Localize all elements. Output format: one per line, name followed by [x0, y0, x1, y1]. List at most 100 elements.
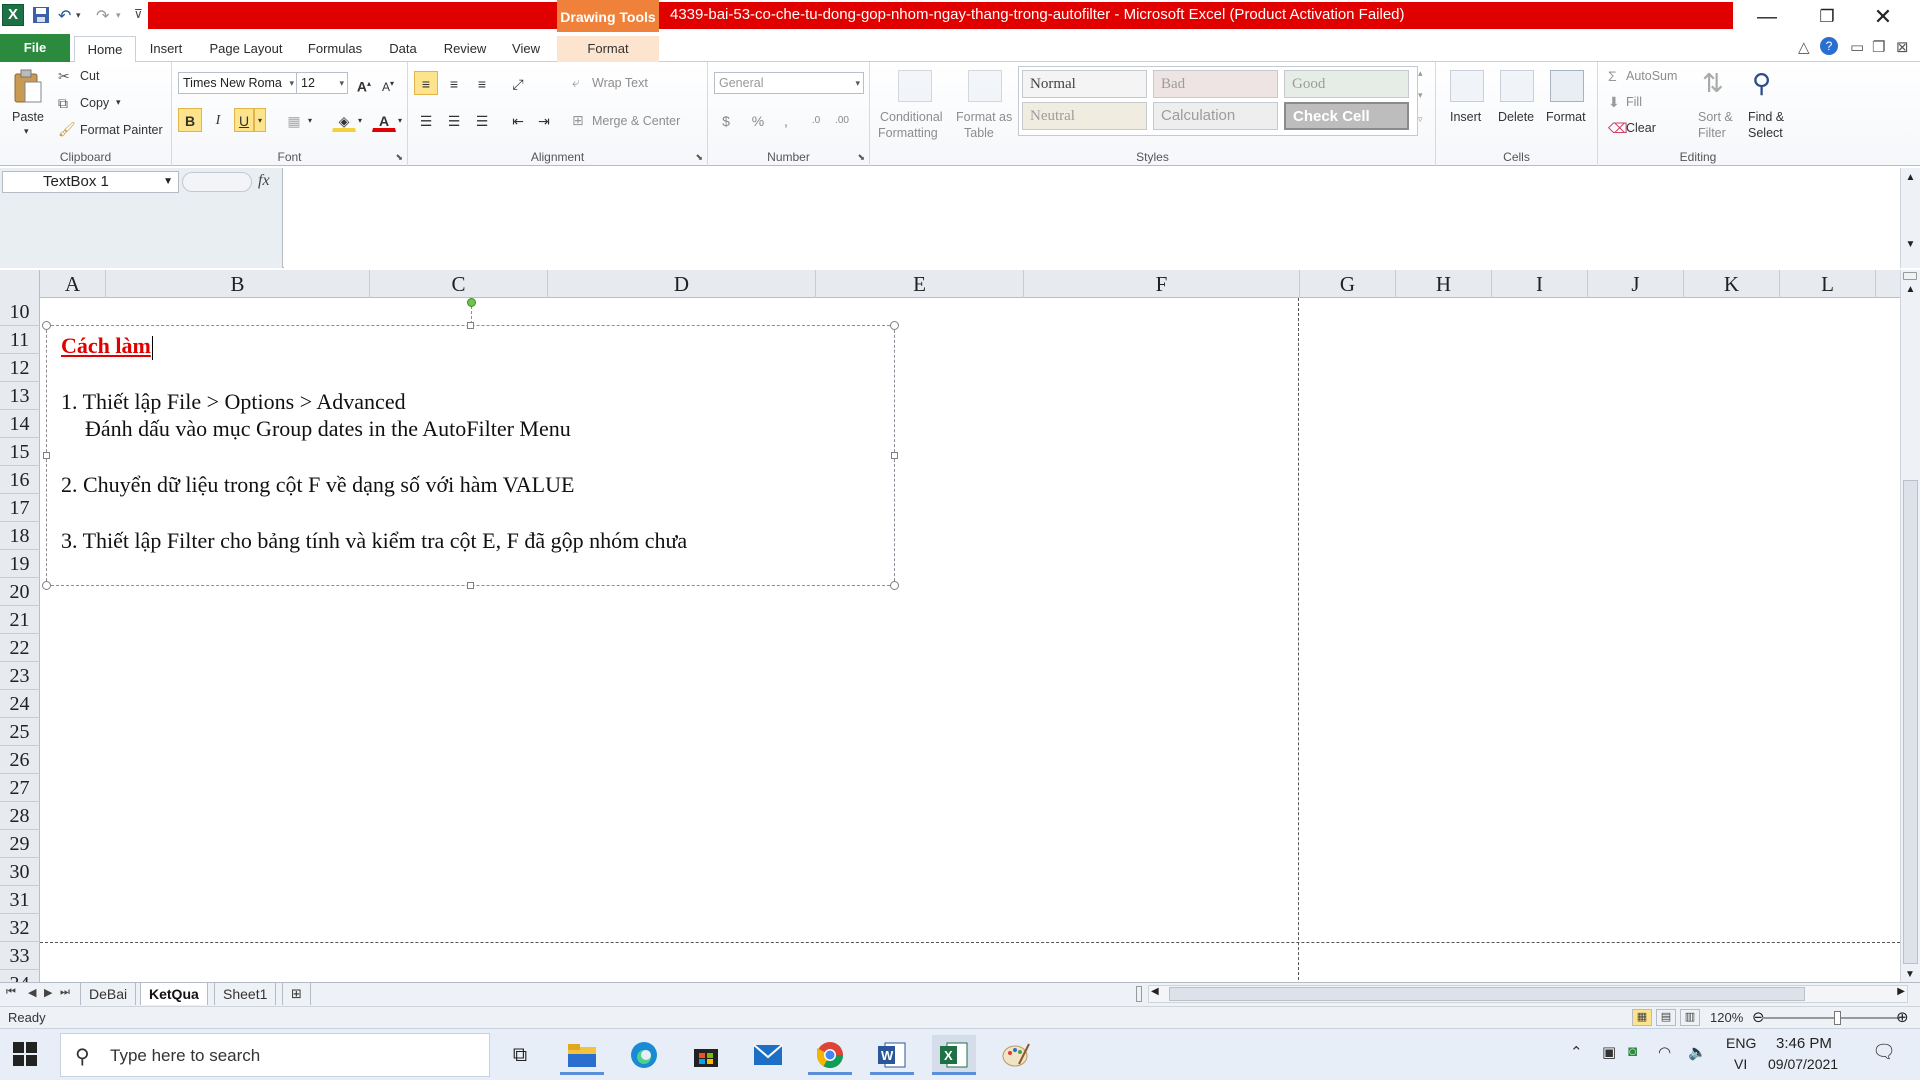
- conditional-formatting-label-1[interactable]: Conditional: [880, 110, 943, 124]
- cut-icon[interactable]: ✂: [58, 68, 70, 85]
- tab-split-handle[interactable]: [1136, 986, 1142, 1002]
- doc-close-icon[interactable]: ⊠: [1896, 38, 1909, 56]
- copy-dropdown-icon[interactable]: ▾: [116, 97, 121, 108]
- percent-button[interactable]: %: [746, 108, 770, 132]
- row-header[interactable]: 18: [0, 522, 40, 550]
- bold-button[interactable]: B: [178, 108, 202, 132]
- clear-button[interactable]: Clear: [1626, 121, 1656, 135]
- column-header[interactable]: I: [1492, 270, 1588, 298]
- tab-data[interactable]: Data: [384, 36, 422, 62]
- resize-handle-bottom-right[interactable]: [890, 581, 899, 590]
- align-right-icon[interactable]: ☰: [470, 108, 494, 132]
- collapse-ribbon-icon[interactable]: △: [1798, 38, 1810, 56]
- excel-taskbar-icon[interactable]: X: [932, 1035, 976, 1075]
- column-header[interactable]: A: [40, 270, 106, 298]
- zoom-slider-thumb[interactable]: [1834, 1011, 1841, 1025]
- underline-button[interactable]: U: [234, 108, 254, 132]
- restore-button[interactable]: ❐: [1802, 0, 1852, 32]
- resize-handle-right[interactable]: [891, 452, 898, 459]
- sheet-tab-sheet1[interactable]: Sheet1: [214, 983, 277, 1005]
- row-header[interactable]: 17: [0, 494, 40, 522]
- zoom-in-icon[interactable]: ⊕: [1896, 1008, 1909, 1026]
- style-check-cell[interactable]: Check Cell: [1284, 102, 1409, 130]
- format-painter-icon[interactable]: 🖌: [58, 121, 76, 138]
- orientation-icon[interactable]: ⤢: [506, 71, 530, 95]
- text-box[interactable]: Cách làm 1. Thiết lập File > Options > A…: [42, 298, 899, 590]
- undo-dropdown-icon[interactable]: ▾: [76, 10, 96, 30]
- textbox-line-1[interactable]: 1. Thiết lập File > Options > Advanced: [61, 389, 406, 415]
- textbox-line-4[interactable]: 3. Thiết lập Filter cho bảng tính và kiể…: [61, 528, 687, 554]
- paste-dropdown-icon[interactable]: ▾: [24, 126, 29, 137]
- tab-insert[interactable]: Insert: [146, 36, 186, 62]
- zoom-level[interactable]: 120%: [1710, 1010, 1743, 1025]
- meet-now-icon[interactable]: ▣: [1602, 1043, 1616, 1061]
- next-sheet-icon[interactable]: ▶: [44, 986, 52, 999]
- style-neutral[interactable]: Neutral: [1022, 102, 1147, 130]
- resize-handle-bottom[interactable]: [467, 582, 474, 589]
- find-select-label-1[interactable]: Find &: [1748, 110, 1784, 124]
- column-header[interactable]: G: [1300, 270, 1396, 298]
- borders-icon[interactable]: ▦: [282, 108, 306, 132]
- first-sheet-icon[interactable]: ⏮: [6, 986, 16, 999]
- merge-center-icon[interactable]: ⊞: [572, 112, 584, 129]
- formula-input[interactable]: [284, 168, 1900, 268]
- resize-handle-top[interactable]: [467, 322, 474, 329]
- currency-button[interactable]: $: [714, 108, 738, 132]
- copy-icon[interactable]: ⧉: [58, 95, 68, 112]
- align-center-icon[interactable]: ☰: [442, 108, 466, 132]
- textbox-heading-line[interactable]: Cách làm: [61, 333, 153, 360]
- language-indicator-bottom[interactable]: VI: [1734, 1056, 1747, 1072]
- clock-date[interactable]: 09/07/2021: [1768, 1056, 1838, 1072]
- sheet-tab-debai[interactable]: DeBai: [80, 983, 137, 1005]
- increase-indent-icon[interactable]: ⇥: [532, 108, 556, 132]
- insert-function-icon[interactable]: fx: [258, 172, 270, 190]
- sort-filter-label-1[interactable]: Sort &: [1698, 110, 1733, 124]
- close-button[interactable]: ✕: [1858, 0, 1908, 32]
- scroll-right-icon[interactable]: ▶: [1897, 986, 1905, 997]
- alignment-dialog-launcher-icon[interactable]: ⬊: [695, 152, 703, 163]
- format-as-table-label-2[interactable]: Table: [964, 126, 994, 140]
- delete-cells-icon[interactable]: [1500, 70, 1534, 102]
- row-header[interactable]: 31: [0, 886, 40, 914]
- font-name-combo[interactable]: Times New Roma ▾: [178, 72, 298, 94]
- chrome-icon[interactable]: [808, 1035, 852, 1075]
- fill-icon[interactable]: ⬇: [1608, 94, 1620, 111]
- vertical-scroll-thumb[interactable]: [1903, 480, 1918, 964]
- page-layout-view-icon[interactable]: ▤: [1656, 1009, 1676, 1026]
- tab-formulas[interactable]: Formulas: [302, 36, 368, 62]
- row-header[interactable]: 23: [0, 662, 40, 690]
- decrease-indent-icon[interactable]: ⇤: [506, 108, 530, 132]
- formula-bar-scrollbar[interactable]: ▲ ▼: [1900, 168, 1920, 268]
- number-dialog-launcher-icon[interactable]: ⬊: [857, 152, 865, 163]
- row-header[interactable]: 14: [0, 410, 40, 438]
- textbox-heading[interactable]: Cách làm: [61, 333, 151, 358]
- help-icon[interactable]: ?: [1820, 37, 1838, 55]
- formula-scroll-down-icon[interactable]: ▼: [1901, 239, 1920, 250]
- excel-logo-icon[interactable]: X: [2, 4, 24, 26]
- style-bad[interactable]: Bad: [1153, 70, 1278, 98]
- tab-page-layout[interactable]: Page Layout: [204, 36, 288, 62]
- row-header[interactable]: 10: [0, 298, 40, 326]
- fill-button[interactable]: Fill: [1626, 95, 1642, 109]
- row-header[interactable]: 30: [0, 858, 40, 886]
- row-header[interactable]: 19: [0, 550, 40, 578]
- volume-icon[interactable]: 🔈: [1688, 1043, 1707, 1061]
- font-color-icon[interactable]: A: [372, 108, 396, 132]
- italic-button[interactable]: I: [206, 108, 230, 132]
- wifi-icon[interactable]: ◠: [1658, 1043, 1671, 1061]
- store-icon[interactable]: [684, 1035, 728, 1075]
- align-middle-icon[interactable]: ≡: [442, 71, 466, 95]
- tab-home[interactable]: Home: [74, 36, 136, 63]
- decrease-decimal-icon[interactable]: .00: [830, 108, 854, 132]
- minimize-button[interactable]: —: [1742, 0, 1792, 32]
- zoom-slider[interactable]: [1762, 1017, 1900, 1019]
- align-bottom-icon[interactable]: ≡: [470, 71, 494, 95]
- align-top-icon[interactable]: ≡: [414, 71, 438, 95]
- row-header[interactable]: 27: [0, 774, 40, 802]
- row-header[interactable]: 26: [0, 746, 40, 774]
- comma-button[interactable]: ,: [774, 108, 798, 132]
- rotation-handle[interactable]: [467, 298, 476, 307]
- borders-dropdown-icon[interactable]: ▾: [304, 108, 316, 132]
- column-header[interactable]: F: [1024, 270, 1300, 298]
- cut-button[interactable]: Cut: [80, 69, 99, 83]
